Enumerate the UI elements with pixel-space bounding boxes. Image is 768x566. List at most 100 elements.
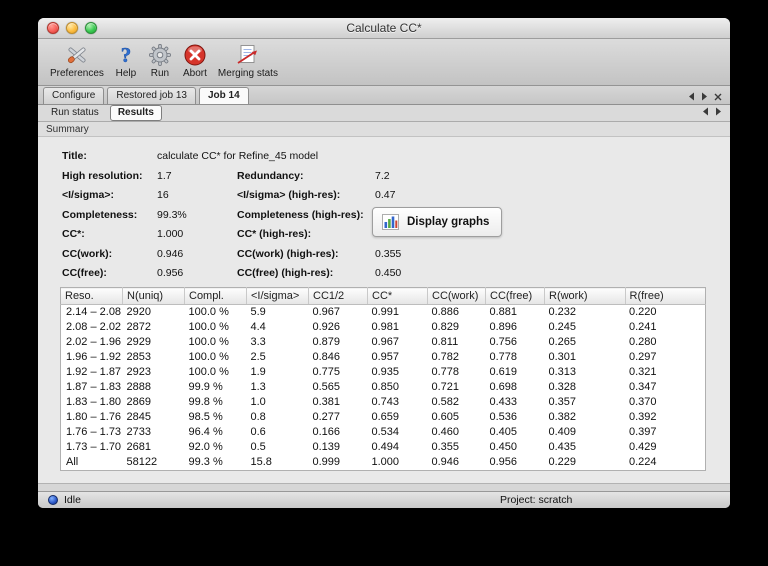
close-window-button[interactable] [47, 22, 59, 34]
table-cell: 0.957 [371, 351, 400, 363]
tab-configure[interactable]: Configure [43, 87, 105, 104]
table-cell: 100.0 % [188, 336, 229, 348]
summary-value: 0.355 [375, 247, 402, 260]
table-cell: 0.494 [371, 441, 400, 453]
table-cell: All [66, 456, 79, 468]
table-cell: 2.5 [250, 351, 266, 363]
table-cell: 0.381 [312, 396, 341, 408]
column-header[interactable]: R(work) [544, 287, 626, 305]
summary-row: CC(free): 0.956 CC(free) (high-res): 0.4… [62, 267, 730, 280]
table-cell: 0.357 [548, 396, 577, 408]
tab-restored-job-13[interactable]: Restored job 13 [107, 87, 196, 104]
table-cell: 0.935 [371, 366, 400, 378]
table-cell: 0.328 [548, 381, 577, 393]
table-cell: 100.0 % [188, 306, 229, 318]
abort-button[interactable]: Abort [183, 42, 207, 79]
table-cell: 0.435 [548, 441, 577, 453]
tab-label: Results [117, 107, 154, 118]
summary-value: 0.450 [375, 267, 402, 279]
table-cell: 2869 [126, 396, 151, 408]
table-cell: 0.778 [431, 366, 460, 378]
table-cell: 0.370 [629, 396, 657, 408]
table-cell: 3.3 [250, 336, 266, 348]
tool-label: Help [115, 68, 137, 79]
table-cell: 1.3 [250, 381, 266, 393]
summary-value: 0.47 [375, 189, 396, 201]
table-cell: 0.429 [629, 441, 657, 453]
table-cell: 2.14 – 2.08 [66, 306, 122, 318]
table-cell: 2920 [126, 306, 151, 318]
zoom-window-button[interactable] [85, 22, 97, 34]
table-cell: 0.946 [431, 456, 460, 468]
table-cell: 0.967 [371, 336, 400, 348]
tab-label: Configure [52, 90, 96, 101]
table-row[interactable]: All 58122 99.3 % 15.8 0.999 1.000 0.946 … [61, 455, 706, 471]
table-row[interactable]: 2.14 – 2.08 2920 100.0 % 5.9 0.967 0.991… [61, 305, 706, 321]
run-button[interactable]: Run [148, 42, 172, 79]
preferences-button[interactable]: Preferences [50, 42, 104, 79]
display-graphs-label: Display graphs [407, 216, 490, 228]
svg-text:?: ? [121, 43, 132, 67]
merging-stats-button[interactable]: Merging stats [218, 42, 278, 79]
table-cell: 0.605 [431, 411, 460, 423]
table-row[interactable]: 1.87 – 1.83 2888 99.9 % 1.3 0.565 0.850 … [61, 380, 706, 395]
table-row[interactable]: 1.80 – 1.76 2845 98.5 % 0.8 0.277 0.659 … [61, 410, 706, 425]
column-header[interactable]: N(uniq) [122, 287, 185, 305]
table-cell: 2923 [126, 366, 151, 378]
column-header[interactable]: CC* [367, 287, 428, 305]
column-header[interactable]: R(free) [625, 287, 706, 305]
status-indicator-icon [48, 495, 58, 505]
summary-label [237, 150, 375, 163]
table-cell: 0.301 [548, 351, 577, 363]
summary-label: Redundancy: [237, 169, 304, 182]
table-cell: 99.8 % [188, 396, 223, 408]
scroll-left-icon[interactable] [688, 92, 695, 101]
table-cell: 0.775 [312, 366, 341, 378]
tool-label: Preferences [50, 68, 104, 79]
summary-label: CC(work): [62, 247, 113, 260]
table-cell: 4.4 [250, 321, 266, 333]
tab-results[interactable]: Results [109, 105, 162, 121]
help-button[interactable]: ? Help [115, 42, 137, 80]
tab-label: Run status [51, 107, 99, 118]
close-tab-icon[interactable] [714, 93, 722, 101]
summary-label: CC*: [62, 228, 85, 240]
table-row[interactable]: 1.83 – 1.80 2869 99.8 % 1.0 0.381 0.743 … [61, 395, 706, 410]
table-row[interactable]: 1.92 – 1.87 2923 100.0 % 1.9 0.775 0.935… [61, 365, 706, 380]
display-graphs-button[interactable]: Display graphs [372, 207, 503, 237]
column-header[interactable]: <I/sigma> [246, 287, 309, 305]
table-cell: 0.811 [431, 336, 459, 348]
table-row[interactable]: 1.76 – 1.73 2733 96.4 % 0.6 0.166 0.534 … [61, 425, 706, 440]
table-row[interactable]: 2.02 – 1.96 2929 100.0 % 3.3 0.879 0.967… [61, 335, 706, 350]
scroll-right-icon[interactable] [715, 107, 722, 116]
table-cell: 2853 [126, 351, 151, 363]
window-controls [47, 18, 97, 38]
summary-value: 16 [157, 189, 169, 201]
results-table: Reso. N(uniq) Compl. <I/sigma> CC1/2 CC* CC(wo… [60, 287, 706, 471]
job-tab-bar: Configure Restored job 13 Job 14 [38, 86, 730, 105]
table-cell: 0.229 [548, 456, 577, 468]
column-header[interactable]: CC(free) [485, 287, 545, 305]
table-cell: 0.450 [489, 441, 518, 453]
table-cell: 92.0 % [188, 441, 223, 453]
scroll-right-icon[interactable] [701, 92, 708, 101]
column-header[interactable]: CC(work) [427, 287, 486, 305]
merging-stats-icon [235, 42, 261, 67]
column-header[interactable]: Compl. [184, 287, 247, 305]
column-header[interactable]: Reso. [60, 287, 123, 305]
column-header[interactable]: CC1/2 [308, 287, 368, 305]
table-row[interactable]: 1.73 – 1.70 2681 92.0 % 0.5 0.139 0.494 … [61, 440, 706, 455]
scroll-left-icon[interactable] [702, 107, 709, 116]
table-row[interactable]: 1.96 – 1.92 2853 100.0 % 2.5 0.846 0.957… [61, 350, 706, 365]
summary-label: <I/sigma> (high-res): [237, 189, 341, 201]
summary-label: CC(work) (high-res): [237, 247, 339, 260]
summary-label: CC* (high-res): [237, 228, 312, 240]
tab-run-status[interactable]: Run status [44, 106, 106, 120]
titlebar[interactable]: Calculate CC* [38, 18, 730, 39]
table-cell: 0.277 [312, 411, 341, 423]
table-cell: 2.02 – 1.96 [66, 336, 122, 348]
tab-job-14[interactable]: Job 14 [198, 87, 249, 104]
table-cell: 0.778 [489, 351, 518, 363]
minimize-window-button[interactable] [66, 22, 78, 34]
table-row[interactable]: 2.08 – 2.02 2872 100.0 % 4.4 0.926 0.981… [61, 320, 706, 335]
